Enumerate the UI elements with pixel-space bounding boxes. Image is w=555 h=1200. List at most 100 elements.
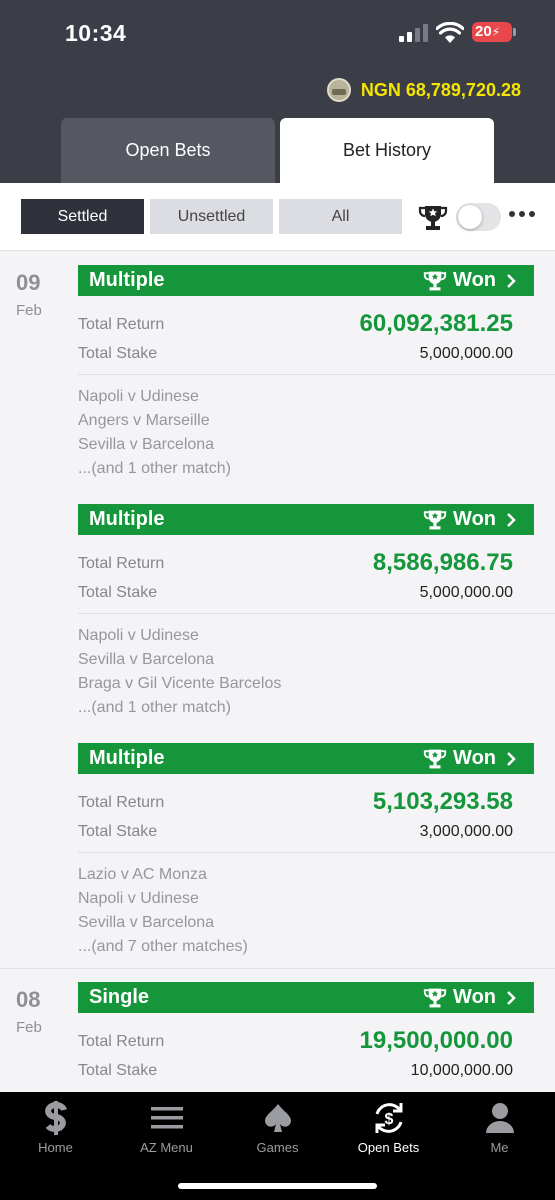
match-item: Napoli v Udinese: [78, 890, 199, 907]
tab-bet-history[interactable]: Bet History: [280, 118, 494, 183]
total-stake-label: Total Stake: [78, 584, 158, 601]
battery-level: 20: [475, 23, 492, 40]
nav-label: Home: [38, 1140, 73, 1155]
match-item: Napoli v Udinese: [78, 627, 199, 644]
chevron-right-icon: [507, 273, 516, 288]
day-number: 08: [16, 987, 41, 1012]
total-return-label: Total Return: [78, 1033, 165, 1050]
chevron-right-icon: [507, 512, 516, 527]
nav-games[interactable]: Games: [222, 1100, 333, 1155]
match-item: Sevilla v Barcelona: [78, 651, 215, 668]
day-number: 09: [16, 270, 41, 295]
total-stake-label: Total Stake: [78, 1062, 158, 1079]
total-return-label: Total Return: [78, 555, 165, 572]
bet-type: Single: [89, 986, 150, 1008]
match-list: Napoli v Udinese Angers v Marseille Sevi…: [78, 375, 555, 481]
status-time: 10:34: [65, 20, 127, 46]
bet-status: Won: [423, 986, 522, 1009]
account-balance[interactable]: NGN 68,789,720.28: [326, 78, 521, 102]
total-stake-value: 10,000,000.00: [410, 1062, 513, 1079]
match-list: Napoli v Udinese Sevilla v Barcelona Bra…: [78, 614, 555, 720]
match-item: Braga v Gil Vicente Barcelos: [78, 675, 282, 692]
bet-card[interactable]: Multiple Won Total Return 8,586,986.75 T…: [78, 504, 555, 720]
total-return-value: 8,586,986.75: [372, 549, 513, 576]
filter-settled[interactable]: Settled: [21, 199, 144, 234]
status-label: Won: [453, 269, 496, 291]
bet-status: Won: [423, 747, 522, 770]
nav-home[interactable]: Home: [0, 1100, 111, 1155]
bet-header[interactable]: Multiple Won: [78, 743, 534, 774]
nav-label: AZ Menu: [140, 1140, 193, 1155]
nav-label: Open Bets: [357, 1140, 420, 1155]
bet-type: Multiple: [89, 747, 165, 769]
nav-az-menu[interactable]: AZ Menu: [111, 1100, 222, 1155]
bet-header[interactable]: Multiple Won: [78, 504, 534, 535]
trophy-icon: [423, 510, 447, 529]
total-stake-label: Total Stake: [78, 823, 158, 840]
bet-card[interactable]: Single Won Total Return 19,500,000.00 To…: [78, 982, 555, 1087]
wifi-icon: [436, 22, 464, 43]
bet-card[interactable]: Multiple Won Total Return 5,103,293.58 T…: [78, 743, 555, 959]
total-stake-value: 5,000,000.00: [419, 345, 513, 362]
total-return-label: Total Return: [78, 794, 165, 811]
balance-amount: NGN 68,789,720.28: [360, 79, 521, 100]
match-item: Lazio v AC Monza: [78, 866, 207, 883]
bet-type: Multiple: [89, 269, 165, 291]
user-icon: [485, 1103, 514, 1133]
bets-refresh-icon: $: [375, 1103, 402, 1133]
day-date: 08 Feb: [16, 987, 42, 1036]
day-group: 08 Feb Single Won Total Return 19,500,00…: [0, 969, 555, 1092]
status-label: Won: [453, 508, 496, 530]
chevron-right-icon: [507, 990, 516, 1005]
bet-status: Won: [423, 508, 522, 531]
status-label: Won: [453, 986, 496, 1008]
bet-card[interactable]: Multiple Won Total Return 60,092,381.25 …: [78, 265, 555, 481]
tab-open-bets[interactable]: Open Bets: [61, 118, 275, 183]
total-return-label: Total Return: [78, 316, 165, 333]
home-indicator: [178, 1183, 377, 1189]
currency-icon: [326, 78, 351, 102]
match-item: ...(and 1 other match): [78, 460, 231, 477]
total-stake-value: 5,000,000.00: [419, 584, 513, 601]
total-return-value: 19,500,000.00: [359, 1027, 513, 1054]
spade-icon: [264, 1104, 291, 1132]
svg-text:$: $: [384, 1111, 393, 1128]
total-return-value: 60,092,381.25: [359, 310, 513, 337]
trophy-icon: [423, 271, 447, 290]
filter-bar: Settled Unsettled All: [0, 183, 555, 251]
bet-type: Multiple: [89, 508, 165, 530]
trophy-icon: [423, 749, 447, 768]
match-item: Napoli v Udinese: [78, 388, 199, 405]
match-item: Sevilla v Barcelona: [78, 914, 215, 931]
total-stake-label: Total Stake: [78, 345, 158, 362]
bet-history-list: 09 Feb Multiple Won Total Return 60,092,…: [0, 252, 555, 1092]
total-stake-value: 3,000,000.00: [419, 823, 513, 840]
more-options-icon[interactable]: [509, 211, 535, 217]
bet-header[interactable]: Single Won: [78, 982, 534, 1013]
trophy-filter-icon[interactable]: [418, 204, 448, 232]
day-date: 09 Feb: [16, 270, 42, 319]
match-list: Lazio v AC Monza Napoli v Udinese Sevill…: [78, 853, 555, 959]
bet-header[interactable]: Multiple Won: [78, 265, 534, 296]
status-label: Won: [453, 747, 496, 769]
total-return-value: 5,103,293.58: [372, 788, 513, 815]
match-item: ...(and 7 other matches): [78, 938, 248, 955]
chevron-right-icon: [507, 751, 516, 766]
nav-label: Me: [490, 1140, 509, 1155]
app-header: 10:34 20⚡ NGN 68,789,720.28 Open Bets Be…: [0, 0, 555, 183]
won-only-toggle[interactable]: [456, 203, 501, 231]
match-item: ...(and 1 other match): [78, 699, 231, 716]
trophy-icon: [423, 988, 447, 1007]
cellular-signal-icon: [399, 24, 429, 42]
bet-status: Won: [423, 269, 522, 292]
day-month: Feb: [16, 1019, 42, 1036]
filter-all[interactable]: All: [279, 199, 402, 234]
filter-unsettled[interactable]: Unsettled: [150, 199, 273, 234]
day-group: 09 Feb Multiple Won Total Return 60,092,…: [0, 252, 555, 968]
day-month: Feb: [16, 302, 42, 319]
hamburger-icon: [150, 1107, 183, 1129]
dollar-s-icon: [44, 1101, 67, 1135]
nav-open-bets[interactable]: $ Open Bets: [333, 1100, 444, 1155]
nav-me[interactable]: Me: [444, 1100, 555, 1155]
match-item: Angers v Marseille: [78, 412, 210, 429]
